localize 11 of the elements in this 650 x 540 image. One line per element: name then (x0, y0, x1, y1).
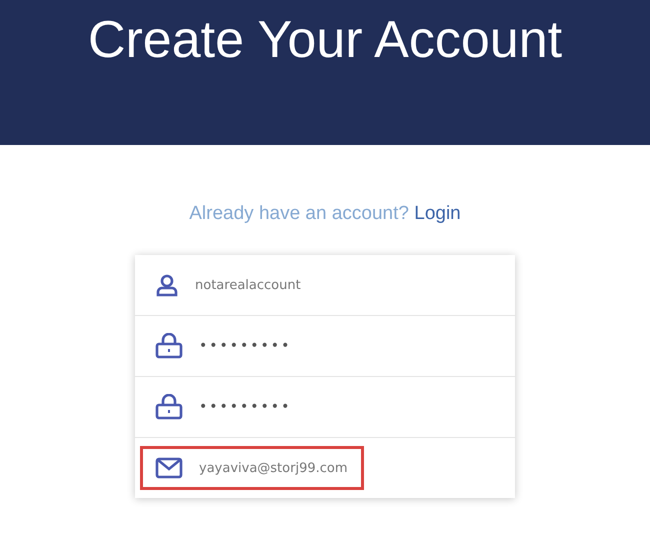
input-field[interactable]: ••••••••• (140, 322, 364, 370)
lock-icon (155, 394, 183, 420)
login-link[interactable]: Login (414, 203, 461, 224)
input-field[interactable]: ••••••••• (140, 383, 364, 431)
page-title: Create Your Account (88, 10, 562, 71)
lock-icon (155, 333, 183, 359)
input-field[interactable]: notarealaccount (140, 262, 364, 308)
mail-icon (155, 457, 183, 479)
input-field[interactable]: yayaviva@storj99.com (140, 446, 364, 490)
user-icon (155, 273, 179, 297)
login-prompt: Already have an account? (189, 203, 409, 224)
